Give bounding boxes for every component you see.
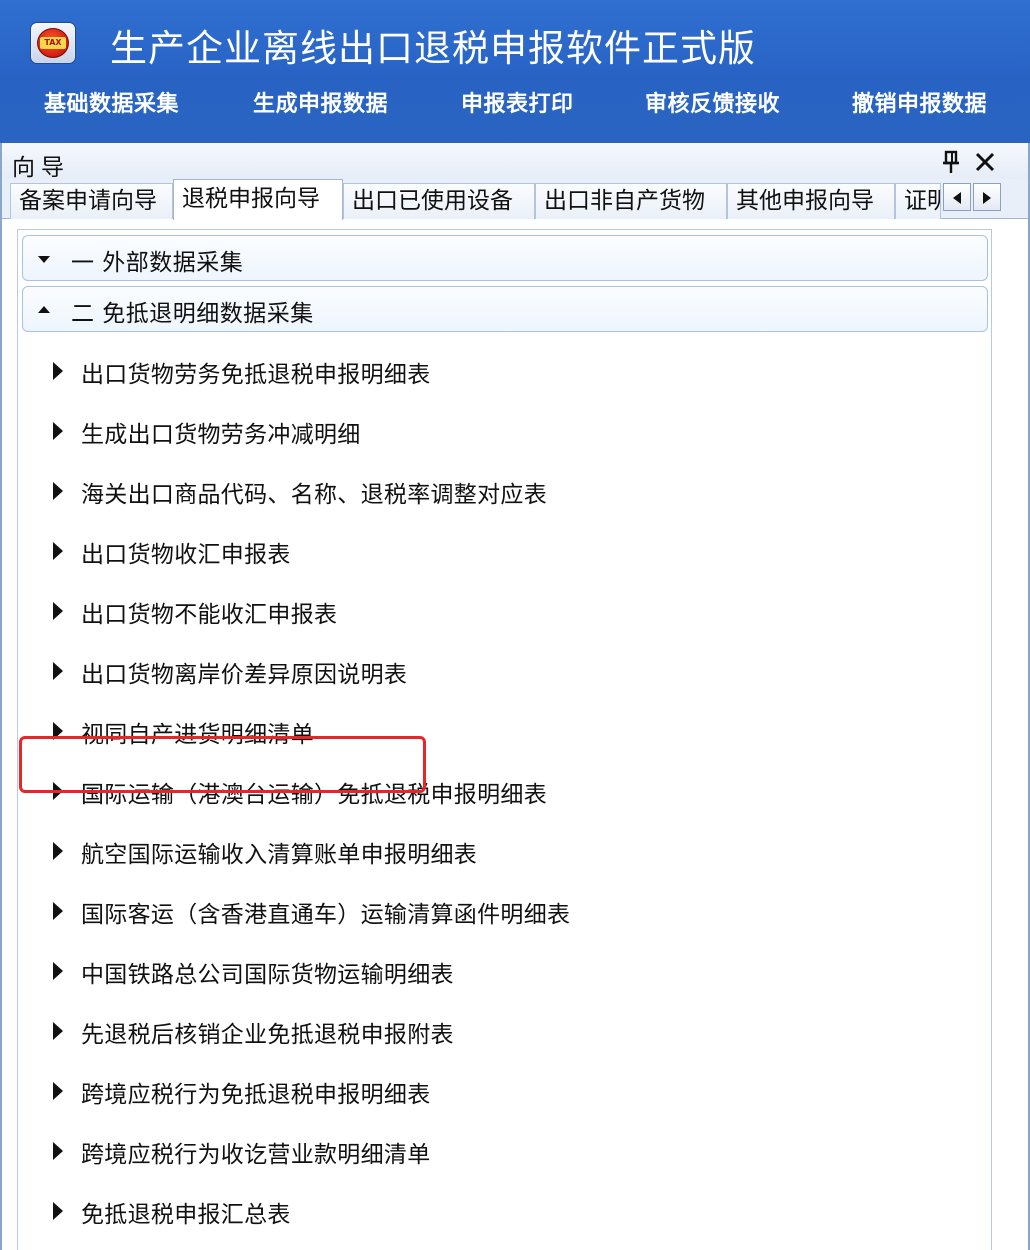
tab-filing-application-guide[interactable]: 备案申请向导 [10, 183, 173, 219]
item-arrow-icon [53, 722, 63, 740]
list-item-label: 国际客运（含香港直通车）运输清算函件明细表 [81, 902, 571, 928]
tab-scroll-right-icon [983, 192, 991, 204]
app-title-bar: TAX 生产企业离线出口退税申报软件正式版 基础数据采集 生成申报数据 申报表打… [0, 0, 1030, 143]
list-item[interactable]: 海关出口商品代码、名称、退税率调整对应表 [18, 466, 978, 516]
list-item-label: 航空国际运输收入清算账单申报明细表 [81, 842, 478, 868]
tab-scroll-left-button[interactable] [943, 183, 971, 211]
list-item[interactable]: 先退税后核销企业免抵退税申报附表 [18, 1006, 978, 1056]
tab-exported-used-equipment[interactable]: 出口已使用设备 [343, 183, 535, 219]
list-item-label: 跨境应税行为免抵退税申报明细表 [81, 1082, 431, 1108]
item-arrow-icon [53, 1082, 63, 1100]
tab-scroll-left-icon [953, 192, 961, 204]
list-item[interactable]: 生成出口货物劳务冲减明细 [18, 406, 978, 456]
item-arrow-icon [53, 782, 63, 800]
list-item-label: 中国铁路总公司国际货物运输明细表 [81, 962, 454, 988]
tab-other-declaration-guide[interactable]: 其他申报向导 [727, 183, 895, 219]
section-label: 一 外部数据采集 [71, 250, 244, 276]
app-logo-icon: TAX [30, 22, 76, 64]
item-arrow-icon [53, 662, 63, 680]
list-item[interactable]: 跨境应税行为收讫营业款明细清单 [18, 1126, 978, 1176]
menu-basic-data-collection[interactable]: 基础数据采集 [44, 86, 179, 118]
item-arrow-icon [53, 902, 63, 920]
item-arrow-icon [53, 1142, 63, 1160]
list-item-label: 跨境应税行为收讫营业款明细清单 [81, 1142, 431, 1168]
list-item[interactable]: 国际运输（港澳台运输）免抵退税申报明细表 [18, 766, 978, 816]
menu-generate-declaration-data[interactable]: 生成申报数据 [253, 86, 388, 118]
list-item-label: 海关出口商品代码、名称、退税率调整对应表 [81, 482, 547, 508]
tab-scroll-right-button[interactable] [973, 183, 1001, 211]
list-item[interactable]: 出口货物收汇申报表 [18, 526, 978, 576]
list-item[interactable]: 出口货物不能收汇申报表 [18, 586, 978, 636]
tab-exported-non-self-produced-goods[interactable]: 出口非自产货物 [535, 183, 727, 219]
list-item-label: 出口货物收汇申报表 [81, 542, 291, 568]
expand-caret-icon [38, 256, 50, 263]
list-item[interactable]: 中国铁路总公司国际货物运输明细表 [18, 946, 978, 996]
list-item-label: 出口货物离岸价差异原因说明表 [81, 662, 408, 688]
list-item-label: 出口货物劳务免抵退税申报明细表 [81, 362, 431, 388]
guide-panel: 向导 备案申请向导 退税申报向导 出口已使用设备 出口非自产货物 其他申报向导 … [0, 143, 1030, 1250]
list-item[interactable]: 航空国际运输收入清算账单申报明细表 [18, 826, 978, 876]
tab-certificate[interactable]: 证明 [895, 183, 941, 219]
item-arrow-icon [53, 482, 63, 500]
guide-content-area: 一 外部数据采集 二 免抵退明细数据采集 出口货物劳务免抵退税申报明细表 生成出口… [17, 229, 992, 1250]
menu-revoke-declaration-data[interactable]: 撤销申报数据 [852, 86, 987, 118]
list-item-label: 免抵退税申报汇总表 [81, 1202, 291, 1228]
close-icon[interactable] [972, 149, 998, 175]
list-item[interactable]: 免抵退税申报汇总表 [18, 1186, 978, 1236]
menu-print-declaration-forms[interactable]: 申报表打印 [461, 86, 574, 118]
collapse-caret-icon [38, 306, 50, 313]
menu-receive-review-feedback[interactable]: 审核反馈接收 [645, 86, 780, 118]
list-item[interactable]: 国际客运（含香港直通车）运输清算函件明细表 [18, 886, 978, 936]
section-detail-data-collection[interactable]: 二 免抵退明细数据采集 [22, 286, 988, 332]
list-item-label: 生成出口货物劳务冲减明细 [81, 422, 361, 448]
guide-panel-title: 向导 [12, 155, 70, 181]
item-arrow-icon [53, 1022, 63, 1040]
main-menu-bar: 基础数据采集 生成申报数据 申报表打印 审核反馈接收 撤销申报数据 [0, 82, 1030, 122]
list-item[interactable]: 出口货物离岸价差异原因说明表 [18, 646, 978, 696]
guide-tab-strip: 备案申请向导 退税申报向导 出口已使用设备 出口非自产货物 其他申报向导 证明 [2, 179, 1028, 220]
pin-icon[interactable] [940, 150, 962, 174]
list-item-label: 先退税后核销企业免抵退税申报附表 [81, 1022, 454, 1048]
section-external-data-collection[interactable]: 一 外部数据采集 [22, 235, 988, 281]
item-arrow-icon [53, 962, 63, 980]
tab-tax-refund-declaration-guide[interactable]: 退税申报向导 [173, 179, 343, 220]
list-item-label: 视同自产进货明细清单 [81, 722, 314, 748]
list-item[interactable]: 跨境应税行为免抵退税申报明细表 [18, 1066, 978, 1116]
app-title: 生产企业离线出口退税申报软件正式版 [110, 27, 756, 70]
list-item-label: 出口货物不能收汇申报表 [81, 602, 338, 628]
guide-panel-header: 向导 [2, 143, 1028, 181]
item-arrow-icon [53, 542, 63, 560]
list-item-label: 国际运输（港澳台运输）免抵退税申报明细表 [81, 782, 547, 808]
item-arrow-icon [53, 1202, 63, 1220]
app-logo-text: TAX [40, 37, 66, 49]
item-arrow-icon [53, 602, 63, 620]
list-item[interactable]: 出口货物劳务免抵退税申报明细表 [18, 346, 978, 396]
section-label: 二 免抵退明细数据采集 [71, 301, 314, 327]
item-arrow-icon [53, 362, 63, 380]
item-arrow-icon [53, 842, 63, 860]
list-item[interactable]: 视同自产进货明细清单 [18, 706, 978, 756]
item-arrow-icon [53, 422, 63, 440]
